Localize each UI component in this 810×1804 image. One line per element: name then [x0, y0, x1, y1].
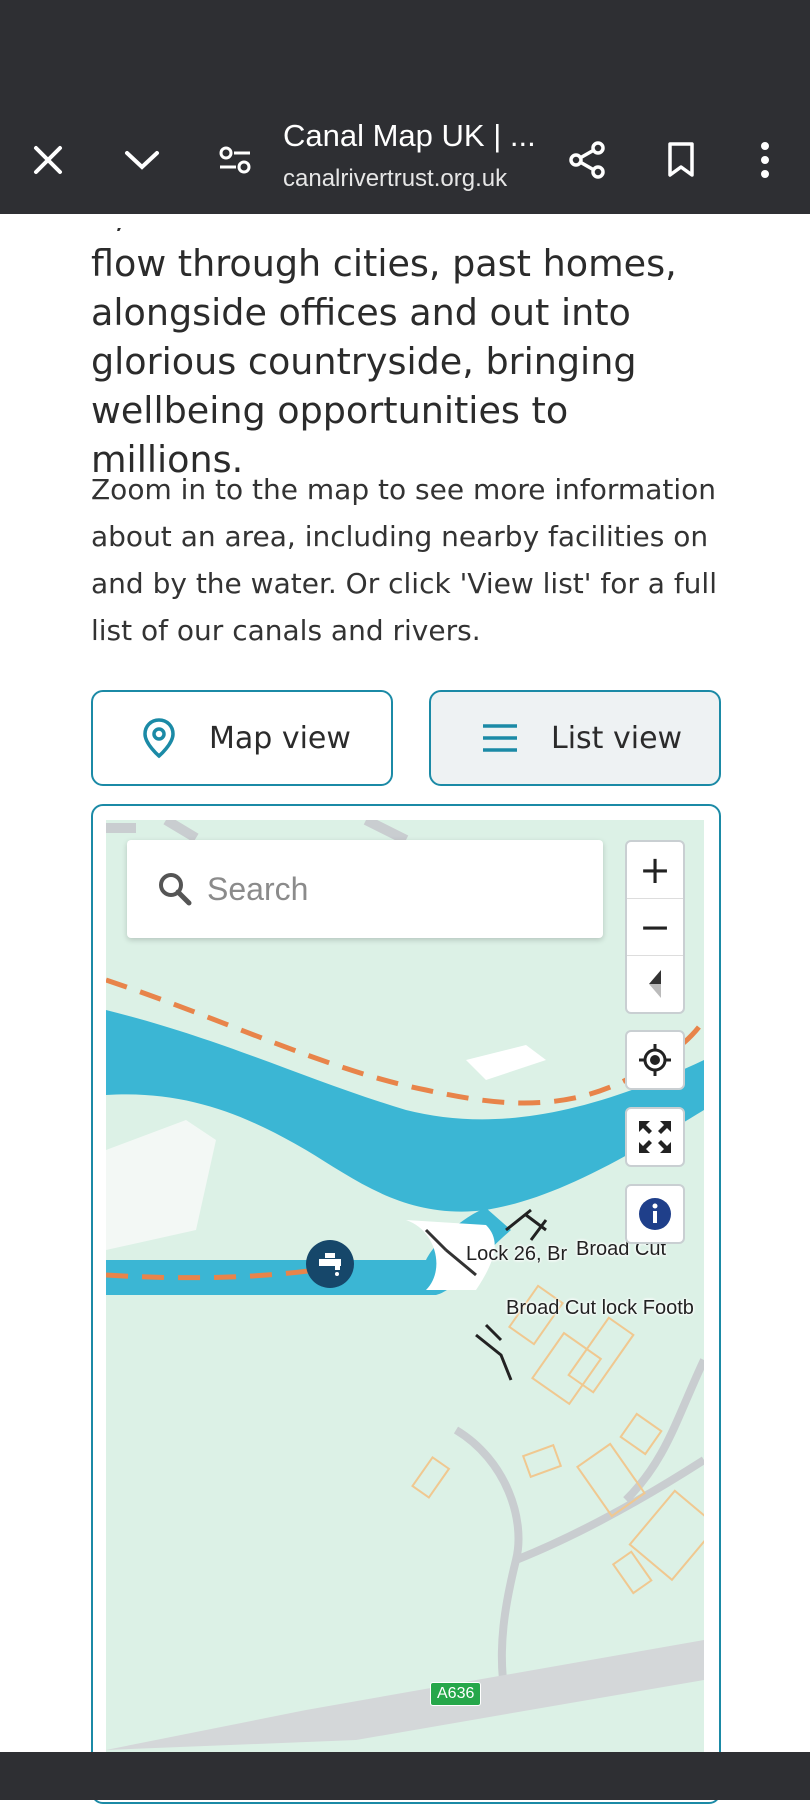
close-icon[interactable]	[20, 132, 76, 188]
map-graphics	[106, 820, 704, 1752]
fullscreen-icon	[627, 1109, 683, 1165]
map-search-box[interactable]: Search	[127, 840, 603, 938]
search-icon	[157, 871, 193, 907]
list-view-button[interactable]: List view	[429, 690, 721, 786]
system-nav-bar	[0, 1752, 810, 1800]
browser-toolbar-overlay: Canal Map UK | ... canalrivertrust.org.u…	[0, 0, 810, 214]
page-url[interactable]: canalrivertrust.org.uk	[283, 165, 507, 193]
map-view-label: Map view	[209, 720, 351, 756]
lead-line: glorious countryside, bringing	[91, 340, 637, 383]
article: 2,000 miles of canals and rivers flow th…	[91, 214, 731, 684]
bookmark-icon[interactable]	[653, 132, 709, 188]
map-view-button[interactable]: Map view	[91, 690, 393, 786]
map-canvas[interactable]: Lock 26, Br Broad Cut Broad Cut lock Foo…	[106, 820, 704, 1752]
water-point-icon[interactable]	[306, 1240, 354, 1288]
zoom-controls: + −	[625, 840, 685, 1014]
site-settings-icon[interactable]	[208, 132, 264, 188]
more-vert-icon[interactable]	[737, 132, 793, 188]
fullscreen-button[interactable]	[625, 1107, 685, 1167]
list-view-label: List view	[551, 720, 683, 756]
zoom-out-button[interactable]: −	[627, 899, 683, 956]
article-lead: 2,000 miles of canals and rivers flow th…	[91, 190, 731, 484]
list-icon	[481, 722, 519, 754]
article-body: Zoom in to the map to see more informati…	[91, 473, 717, 647]
map-label-lock26[interactable]: Lock 26, Br	[466, 1243, 567, 1266]
lead-line: alongside offices and out into	[91, 291, 631, 334]
share-icon[interactable]	[559, 132, 615, 188]
page-title[interactable]: Canal Map UK | ...	[283, 118, 536, 154]
lead-line: flow through cities, past homes,	[91, 242, 677, 285]
compass-icon[interactable]	[627, 956, 683, 1012]
info-icon	[627, 1186, 683, 1242]
locate-button[interactable]	[625, 1030, 685, 1090]
zoom-in-button[interactable]: +	[627, 842, 683, 899]
location-pin-icon	[141, 717, 177, 759]
locate-icon	[627, 1032, 683, 1088]
search-input[interactable]: Search	[207, 871, 308, 908]
chevron-down-icon[interactable]	[114, 132, 170, 188]
info-button[interactable]	[625, 1184, 685, 1244]
road-badge: A636	[430, 1682, 482, 1706]
map-label-broad-cut-footbridge[interactable]: Broad Cut lock Footb	[506, 1297, 694, 1320]
